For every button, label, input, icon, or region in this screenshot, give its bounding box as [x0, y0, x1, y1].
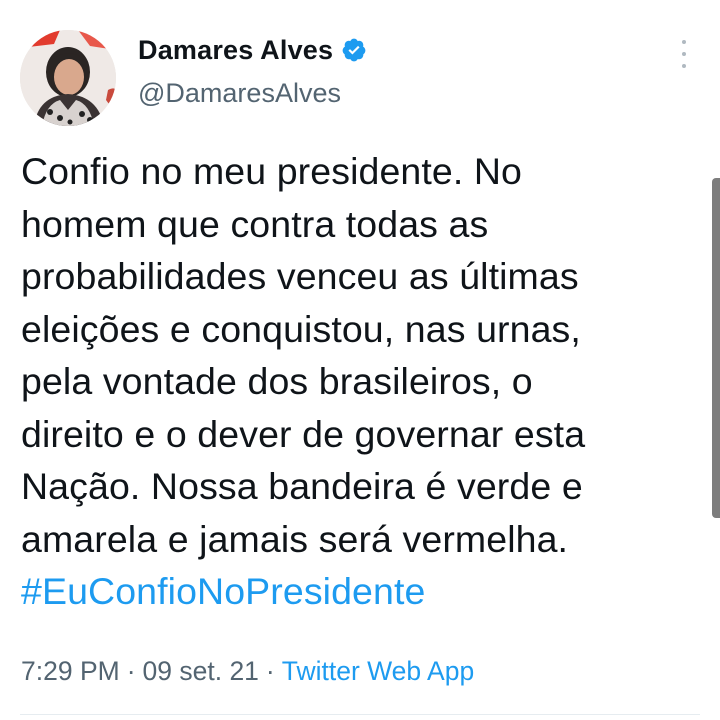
avatar-photo-icon: [20, 30, 116, 126]
more-dot: [682, 40, 686, 44]
tweet-text: Confio no meu presidente. No homem que c…: [21, 145, 701, 618]
more-dot: [682, 64, 686, 68]
tweet-source-link[interactable]: Twitter Web App: [282, 656, 474, 686]
more-dot: [682, 52, 686, 56]
meta-separator: ·: [126, 656, 136, 686]
tweet-text-line: homem que contra todas as: [21, 202, 489, 245]
meta-separator: ·: [265, 656, 275, 686]
display-name[interactable]: Damares Alves: [138, 35, 333, 66]
tweet-text-line: direito e o dever de governar esta: [21, 412, 586, 455]
tweet: Damares Alves @DamaresAlves Confio no me…: [0, 0, 720, 720]
divider: [20, 714, 700, 715]
tweet-text-line: eleições e conquistou, nas urnas,: [21, 307, 581, 350]
verified-badge-icon: [341, 37, 367, 63]
hashtag-link[interactable]: #EuConfioNoPresidente: [21, 565, 701, 618]
more-options-icon[interactable]: [672, 40, 696, 68]
tweet-text-line: probabilidades venceu as últimas: [21, 255, 579, 297]
tweet-text-line: Nação. Nossa bandeira é verde e: [21, 465, 583, 507]
avatar[interactable]: [20, 30, 116, 126]
scrollbar[interactable]: [712, 178, 720, 518]
author-handle[interactable]: @DamaresAlves: [138, 78, 341, 109]
tweet-time[interactable]: 7:29 PM: [21, 656, 120, 686]
tweet-text-line: Confio no meu presidente. No: [21, 150, 523, 192]
tweet-text-line: pela vontade dos brasileiros, o: [21, 360, 533, 402]
tweet-text-line: amarela e jamais será vermelha.: [21, 517, 569, 560]
author-name-row[interactable]: Damares Alves: [138, 33, 367, 67]
tweet-metadata: 7:29 PM · 09 set. 21 · Twitter Web App: [21, 656, 474, 687]
tweet-date[interactable]: 09 set. 21: [143, 656, 259, 686]
